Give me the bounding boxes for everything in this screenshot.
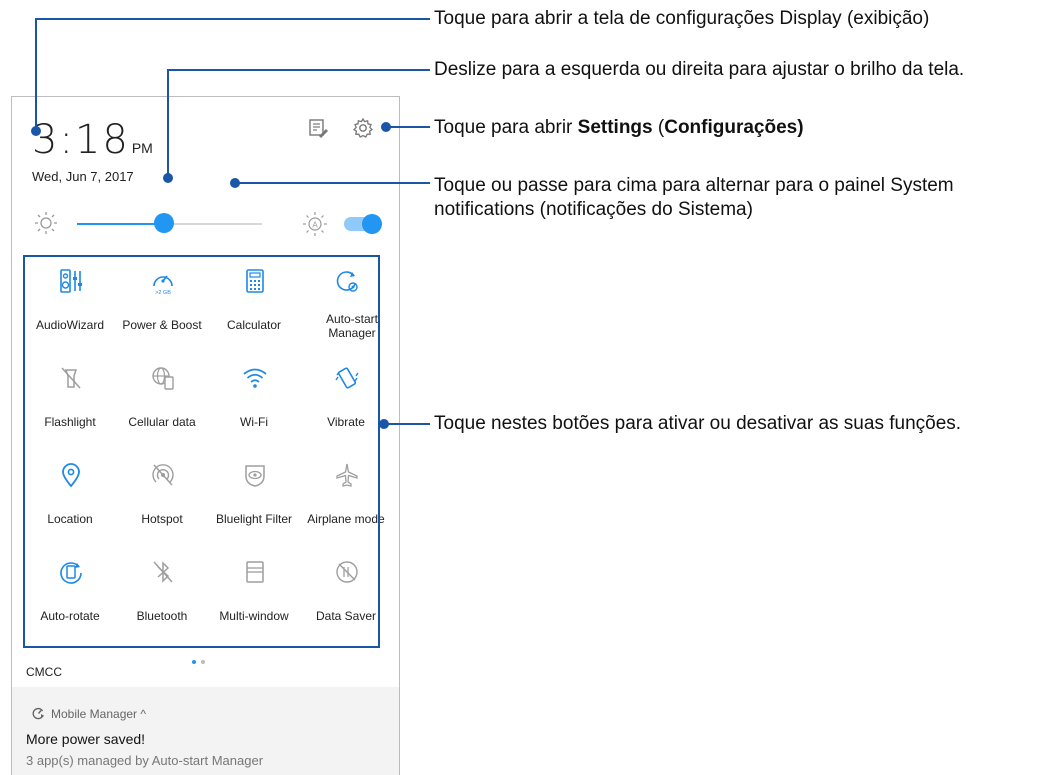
notification-title: More power saved! xyxy=(26,731,146,747)
brightness-slider-thumb[interactable] xyxy=(153,213,174,233)
notification-app-name: Mobile Manager ^ xyxy=(51,707,147,721)
page-indicator xyxy=(192,651,210,669)
brightness-low-icon xyxy=(35,212,57,234)
callout-dot-buttons xyxy=(379,419,389,429)
annotation-settings-pre: Toque para abrir xyxy=(434,117,578,138)
mobile-manager-icon xyxy=(32,707,44,720)
annotation-settings: Toque para abrir Settings (Configurações… xyxy=(434,116,804,140)
toggle-knob xyxy=(362,214,382,234)
callout-line-brightness-v xyxy=(167,69,169,177)
callout-dot-settings xyxy=(381,122,391,132)
auto-brightness-icon: A xyxy=(303,212,327,236)
callout-dot-brightness xyxy=(163,173,173,183)
annotation-settings-bold2: Configurações) xyxy=(664,117,804,138)
callout-line-notifications xyxy=(236,182,430,184)
annotation-notifications: Toque ou passe para cima para alternar p… xyxy=(434,174,954,222)
clock: 3:18 PM xyxy=(32,117,153,163)
gear-icon[interactable] xyxy=(352,117,374,139)
svg-text:A: A xyxy=(312,221,318,230)
brightness-row: A xyxy=(12,205,399,245)
callout-dot-display xyxy=(31,126,41,136)
buttons-callout-frame xyxy=(23,255,380,648)
carrier-label: CMCC xyxy=(26,665,62,679)
annotation-brightness: Deslize para a esquerda ou direita para … xyxy=(434,59,965,80)
annotation-settings-bold1: Settings xyxy=(577,117,653,138)
notification-card[interactable]: Mobile Manager ^ More power saved! 3 app… xyxy=(12,687,399,775)
annotation-settings-mid: ( xyxy=(652,117,665,138)
page-dot-active xyxy=(192,660,196,664)
callout-line-display-h xyxy=(35,18,430,20)
callout-line-buttons xyxy=(385,423,430,425)
annotation-notifications-line1: Toque ou passe para cima para alternar p… xyxy=(434,175,954,196)
annotation-display: Toque para abrir a tela de configurações… xyxy=(434,8,930,29)
callout-line-settings xyxy=(387,126,430,128)
annotation-buttons: Toque nestes botões para ativar ou desat… xyxy=(434,413,962,434)
brightness-slider-fill xyxy=(77,223,164,225)
edit-note-icon[interactable] xyxy=(307,117,329,139)
auto-brightness-toggle[interactable] xyxy=(344,214,382,234)
page-dot xyxy=(201,660,205,664)
clock-ampm: PM xyxy=(131,140,153,156)
clock-time: 3:18 xyxy=(32,117,130,163)
callout-line-brightness-h xyxy=(167,69,430,71)
date: Wed, Jun 7, 2017 xyxy=(32,169,134,184)
annotation-notifications-line2: notifications (notificações do Sistema) xyxy=(434,199,753,220)
callout-line-display-v xyxy=(35,18,37,130)
notification-text: 3 app(s) managed by Auto-start Manager xyxy=(26,753,264,768)
notification-header[interactable]: Mobile Manager ^ xyxy=(32,707,146,721)
callout-dot-notifications xyxy=(230,178,240,188)
